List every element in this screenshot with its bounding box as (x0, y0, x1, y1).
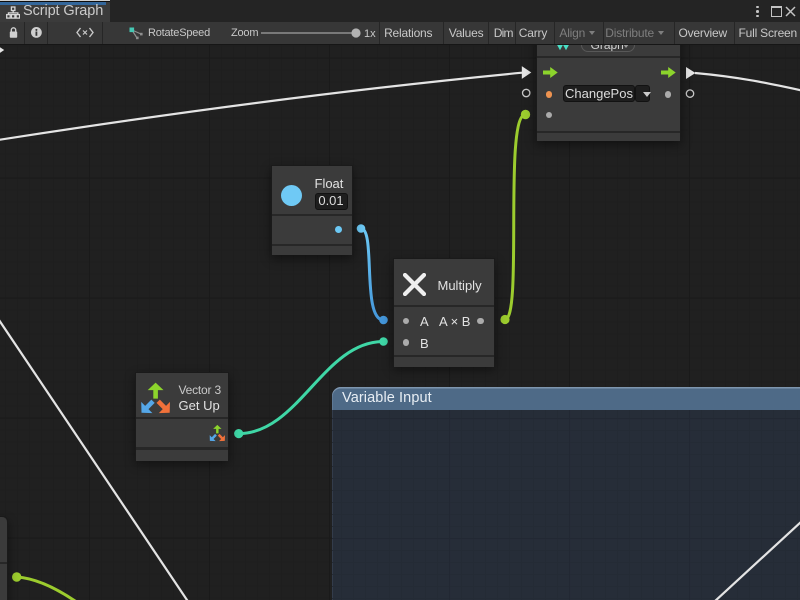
svg-text:1x: 1x (364, 28, 376, 40)
